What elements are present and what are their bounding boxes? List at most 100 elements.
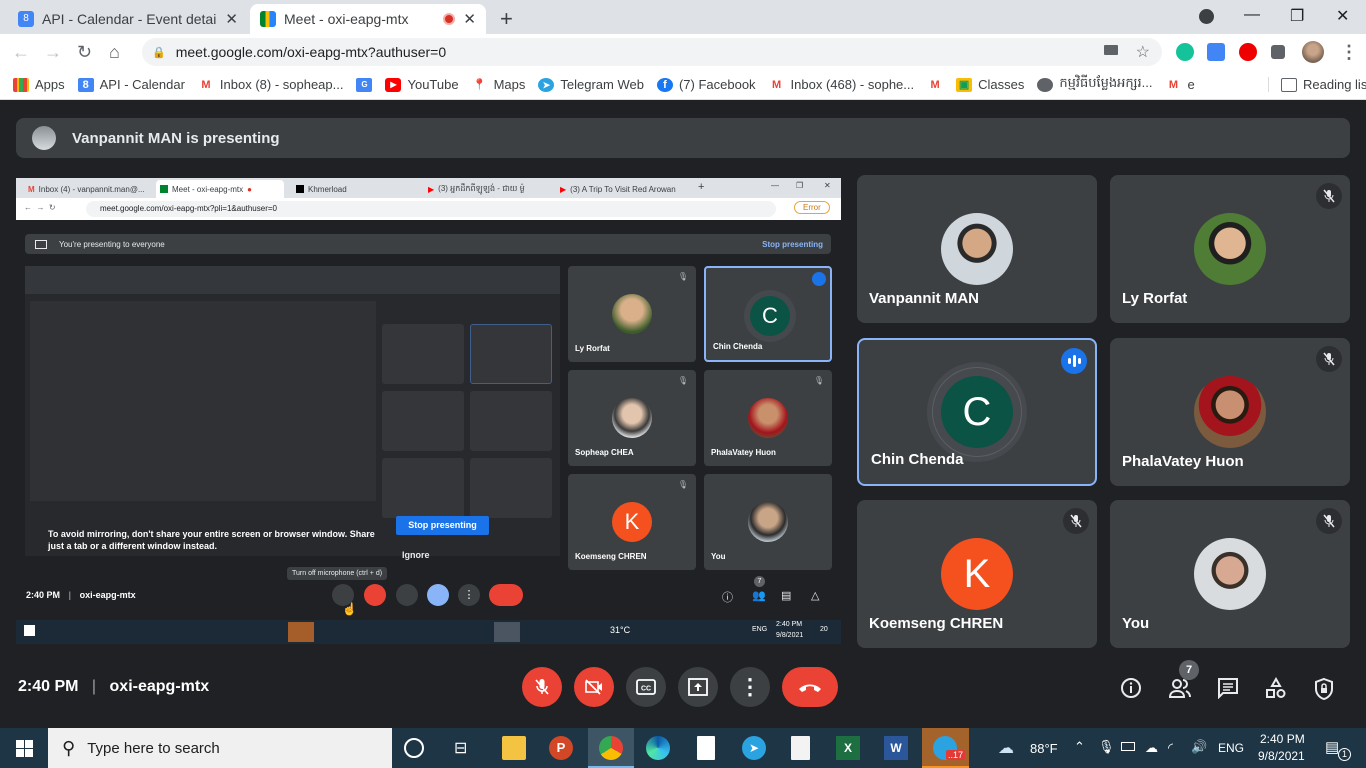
language-indicator[interactable]: ENG — [1218, 741, 1244, 755]
shared-tile: You — [704, 474, 832, 570]
bookmark-telegram[interactable]: ➤ Telegram Web — [538, 77, 644, 92]
reading-list-button[interactable]: Reading list — [1268, 77, 1366, 92]
participant-tile[interactable]: PhalaVatey Huon — [1110, 338, 1350, 486]
bookmark-youtube[interactable]: ▶ YouTube — [385, 77, 459, 92]
chrome-taskbar-button[interactable] — [588, 728, 634, 768]
chat-button[interactable] — [1217, 677, 1239, 699]
shared-tab-title: Meet - oxi-eapg-mtx — [172, 184, 244, 194]
toggle-microphone-button[interactable] — [522, 667, 562, 707]
clock-date[interactable]: 9/8/2021 — [1258, 749, 1305, 763]
volume-icon[interactable]: 🔊 — [1191, 739, 1207, 755]
mic-off-icon — [1063, 508, 1089, 534]
shared-nav-icons: ← → ↻ — [24, 203, 56, 212]
bookmark-gmail[interactable]: M — [927, 78, 943, 92]
meeting-info-button[interactable] — [1120, 677, 1142, 699]
edge-icon[interactable] — [646, 736, 670, 760]
bookmarks-bar: Apps 8 API - Calendar M Inbox (8) - sophea… — [0, 70, 1366, 100]
cortana-icon[interactable] — [404, 738, 424, 758]
tab-meet[interactable]: Meet - oxi-eapg-mtx ✕ — [250, 4, 486, 34]
shared-clock-date: 9/8/2021 — [776, 632, 804, 639]
telegram-icon[interactable]: ➤ — [742, 736, 766, 760]
battery-icon[interactable] — [1121, 742, 1135, 751]
present-now-button[interactable] — [678, 667, 718, 707]
excel-icon[interactable]: X — [836, 736, 860, 760]
file-icon[interactable] — [697, 736, 715, 760]
presenting-banner: Vanpannit MAN is presenting — [16, 118, 1350, 158]
wifi-icon[interactable]: ◜ — [1168, 740, 1173, 756]
profile-avatar[interactable] — [1302, 41, 1324, 63]
close-window-button[interactable]: ✕ — [1336, 6, 1349, 26]
participant-initial-avatar: K — [612, 502, 652, 542]
mic-off-icon — [1316, 508, 1342, 534]
translate-extension-icon[interactable] — [1207, 43, 1225, 61]
shared-screen[interactable]: M Inbox (4) - vanpannit.man@... Meet - ox… — [16, 178, 841, 644]
participant-tile-active-speaker[interactable]: C Chin Chenda — [857, 338, 1097, 486]
shared-people-icon: 👥 — [752, 590, 766, 602]
taskbar-search-box[interactable]: ⚲ Type here to search — [48, 728, 392, 768]
windows-start-button[interactable] — [16, 740, 33, 757]
shared-tab-strip: M Inbox (4) - vanpannit.man@... Meet - ox… — [16, 178, 841, 198]
adblock-icon[interactable] — [1239, 43, 1257, 61]
minimize-button[interactable]: — — [1244, 6, 1260, 24]
host-controls-button[interactable] — [1313, 677, 1335, 701]
shared-info-icon: ⓘ — [722, 592, 733, 604]
bookmark-classes[interactable]: ▣ Classes — [956, 77, 1024, 92]
forward-button[interactable]: → — [44, 42, 62, 63]
new-tab-button[interactable]: + — [500, 6, 513, 32]
word-icon[interactable]: W — [884, 736, 908, 760]
extensions-puzzle-icon[interactable] — [1271, 45, 1285, 59]
back-button[interactable]: ← — [12, 42, 30, 63]
restore-button[interactable]: ❐ — [1290, 6, 1304, 26]
close-tab-icon[interactable]: ✕ — [463, 10, 476, 28]
tab-api-calendar[interactable]: 8 API - Calendar - Event details ✕ — [8, 4, 248, 34]
camera-icon[interactable] — [1104, 45, 1118, 55]
shared-time: 2:40 PM — [26, 590, 61, 600]
microphone-tray-icon[interactable]: 🎙 — [1098, 739, 1115, 755]
close-tab-icon[interactable]: ✕ — [225, 10, 238, 28]
shared-tile: 🎙 K Koemseng CHREN — [568, 474, 696, 570]
reload-button[interactable]: ↻ — [77, 42, 92, 63]
bookmark-api-calendar[interactable]: 8 API - Calendar — [77, 77, 185, 92]
activities-button[interactable] — [1265, 677, 1287, 699]
chrome-menu-icon[interactable]: ⋮ — [1340, 42, 1358, 63]
bookmark-apps[interactable]: Apps — [13, 77, 65, 92]
task-view-icon[interactable]: ⊟ — [454, 738, 478, 762]
telegram-active-button[interactable]: ..17 — [922, 728, 969, 768]
bookmark-maps[interactable]: 📍 Maps — [472, 77, 526, 92]
clock-time[interactable]: 2:40 PM — [1260, 732, 1305, 746]
participant-tile[interactable]: Ly Rorfat — [1110, 175, 1350, 323]
shared-clock-time: 2:40 PM — [776, 621, 803, 628]
shared-tab: ▶ (3) អ្នកដឹកពីឡូឡង់ - ជាយ ម្ង៉ — [424, 180, 552, 198]
toggle-camera-button[interactable] — [574, 667, 614, 707]
weather-icon[interactable]: ☁ — [998, 738, 1014, 758]
bookmark-e[interactable]: Me — [1165, 77, 1195, 92]
search-icon: ⚲ — [62, 737, 76, 758]
libreoffice-icon[interactable] — [791, 736, 810, 760]
bookmark-inbox-8[interactable]: M Inbox (8) - sopheap... — [198, 77, 343, 92]
participant-tile[interactable]: K Koemseng CHREN — [857, 500, 1097, 648]
tab-search-icon[interactable] — [1199, 9, 1214, 24]
leave-call-button[interactable] — [782, 667, 838, 707]
bookmark-star-icon[interactable]: ☆ — [1136, 42, 1150, 62]
file-explorer-icon[interactable] — [502, 736, 526, 760]
shared-restore-icon: ❐ — [796, 181, 804, 190]
shared-address-bar: ← → ↻ meet.google.com/oxi-eapg-mtx?pli=1… — [16, 198, 841, 220]
captions-button[interactable]: CC — [626, 667, 666, 707]
bookmark-translate[interactable]: G — [356, 77, 373, 92]
powerpoint-icon[interactable]: P — [549, 736, 573, 760]
weather-temp[interactable]: 88°F — [1030, 741, 1058, 756]
participant-photo — [748, 502, 788, 542]
shared-tile-name: Ly Rorfat — [575, 344, 610, 353]
show-everyone-button[interactable] — [1168, 677, 1192, 699]
home-button[interactable]: ⌂ — [109, 42, 120, 63]
address-bar[interactable]: 🔒 meet.google.com/oxi-eapg-mtx?authuser=… — [142, 38, 1162, 66]
participant-tile-self[interactable]: You — [1110, 500, 1350, 648]
grammarly-icon[interactable] — [1176, 43, 1194, 61]
onedrive-icon[interactable]: ☁ — [1145, 740, 1158, 756]
bookmark-facebook[interactable]: f (7) Facebook — [656, 77, 756, 92]
bookmark-inbox-468[interactable]: M Inbox (468) - sophe... — [769, 77, 914, 92]
participant-tile[interactable]: Vanpannit MAN — [857, 175, 1097, 323]
bookmark-khmer-converter[interactable]: កម្មវិធីបម្លែងអក្សរ... — [1037, 75, 1152, 94]
more-options-button[interactable]: ⋮ — [730, 667, 770, 707]
show-hidden-icons[interactable]: ⌃ — [1074, 739, 1085, 755]
